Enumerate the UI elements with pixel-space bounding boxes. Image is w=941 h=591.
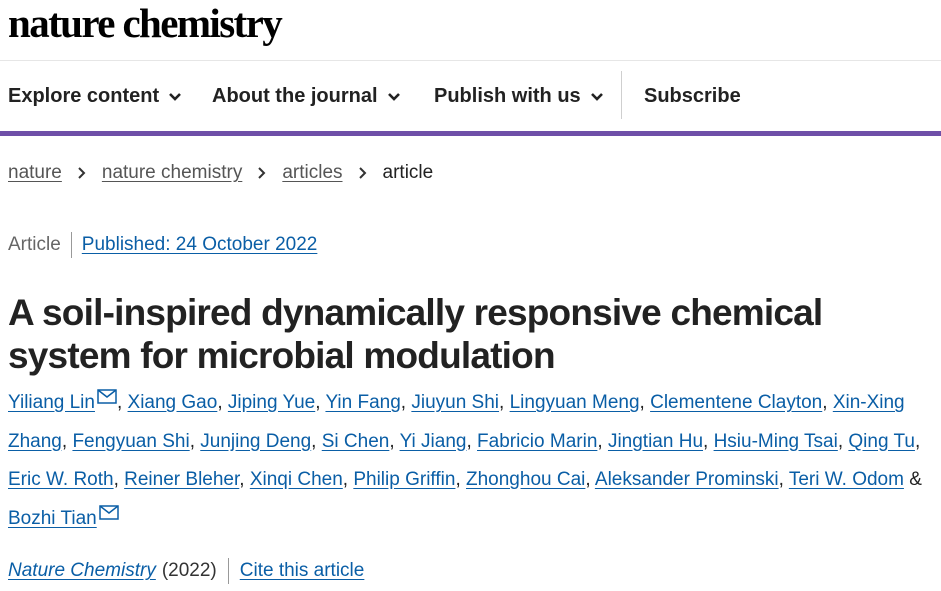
nav-about-journal[interactable]: About the journal (212, 85, 403, 108)
author-link[interactable]: Zhonghou Cai (466, 469, 585, 490)
breadcrumb-nature-chemistry[interactable]: nature chemistry (102, 162, 242, 184)
author-link[interactable]: Eric W. Roth (8, 469, 114, 490)
nav-publish-with-us[interactable]: Publish with us (434, 85, 606, 108)
nav-explore-content[interactable]: Explore content (8, 85, 184, 108)
published-date-link[interactable]: Published: 24 October 2022 (82, 234, 318, 256)
article-title: A soil-inspired dynamically responsive c… (8, 291, 823, 376)
author-link[interactable]: Xinqi Chen (250, 469, 343, 490)
nav-label: Publish with us (434, 85, 581, 107)
author-link[interactable]: Xiang Gao (128, 392, 218, 413)
author-separator: , (311, 430, 322, 452)
author-separator: , (342, 469, 354, 490)
author-link[interactable]: Fengyuan Shi (72, 431, 189, 452)
author-link[interactable]: Hsiu-Ming Tsai (714, 431, 838, 452)
author-link[interactable]: Jiuyun Shi (411, 392, 499, 413)
nav-label: Subscribe (644, 85, 741, 107)
nav-label: About the journal (212, 85, 378, 107)
author-separator: , (239, 469, 250, 490)
author-link[interactable]: Aleksander Prominski (595, 469, 779, 490)
author-separator: , (499, 392, 510, 413)
author-link[interactable]: Si Chen (322, 431, 390, 452)
cite-this-article-link[interactable]: Cite this article (240, 560, 365, 582)
author-link[interactable]: Reiner Bleher (124, 469, 239, 490)
article-type: Article (8, 234, 61, 255)
author-separator: , (61, 430, 73, 452)
author-separator: , (778, 469, 789, 490)
breadcrumb-nature[interactable]: nature (8, 162, 62, 184)
author-link[interactable]: Teri W. Odom (789, 469, 904, 490)
author-separator: , (116, 392, 128, 413)
breadcrumb-articles[interactable]: articles (282, 162, 342, 184)
journal-name-link[interactable]: Nature Chemistry (8, 560, 156, 582)
chevron-right-icon (78, 167, 86, 179)
author-separator: , (822, 392, 833, 413)
author-link[interactable]: Philip Griffin (353, 469, 455, 490)
citation-divider (227, 558, 229, 584)
author-separator: , (189, 430, 201, 452)
author-separator: , (914, 430, 921, 452)
author-separator: , (217, 392, 228, 413)
author-separator: , (315, 392, 326, 413)
author-link[interactable]: Lingyuan Meng (510, 392, 640, 413)
breadcrumb: nature nature chemistry articles article (8, 162, 433, 184)
masthead: nature chemistry (0, 0, 941, 61)
author-link[interactable]: Yi Jiang (400, 431, 467, 452)
author-link[interactable]: Jiping Yue (228, 392, 315, 413)
email-icon[interactable] (98, 504, 119, 520)
nav-divider (621, 71, 622, 119)
nav-label: Explore content (8, 85, 160, 107)
author-link[interactable]: Yin Fang (325, 392, 400, 413)
publication-year: (2022) (161, 560, 217, 581)
article-meta: Article Published: 24 October 2022 (8, 232, 317, 258)
chevron-down-icon (387, 92, 400, 101)
author-separator: , (455, 469, 466, 490)
author-ampersand: & (909, 469, 922, 490)
author-separator: , (113, 469, 125, 490)
email-icon[interactable] (97, 389, 117, 404)
author-separator: , (597, 430, 608, 452)
author-separator: , (837, 430, 849, 452)
author-separator: , (466, 430, 478, 452)
author-link[interactable]: Bozhi Tian (8, 508, 97, 529)
author-link[interactable]: Qing Tu (848, 431, 915, 452)
author-separator: , (389, 430, 400, 452)
author-separator: , (703, 430, 714, 452)
chevron-right-icon (358, 167, 366, 179)
author-list: Yiliang Lin, Xiang Gao, Jiping Yue, Yin … (8, 384, 938, 538)
journal-logo[interactable]: nature chemistry (8, 0, 283, 46)
author-link[interactable]: Fabricio Marin (477, 431, 597, 452)
journal-citation: Nature Chemistry (2022) Cite this articl… (8, 558, 364, 584)
chevron-right-icon (258, 167, 266, 179)
author-link[interactable]: Clementene Clayton (650, 392, 822, 413)
main-nav: Explore content About the journal Publis… (0, 61, 941, 136)
chevron-down-icon (590, 92, 603, 101)
author-separator: , (585, 469, 595, 490)
nav-subscribe[interactable]: Subscribe (644, 85, 741, 108)
author-separator: , (400, 392, 412, 413)
meta-divider (70, 232, 72, 258)
chevron-down-icon (169, 92, 182, 101)
author-link[interactable]: Yiliang Lin (8, 392, 95, 413)
breadcrumb-current: article (382, 162, 434, 183)
author-link[interactable]: Jingtian Hu (608, 431, 703, 452)
author-separator: , (639, 392, 651, 413)
author-link[interactable]: Junjing Deng (200, 431, 311, 452)
